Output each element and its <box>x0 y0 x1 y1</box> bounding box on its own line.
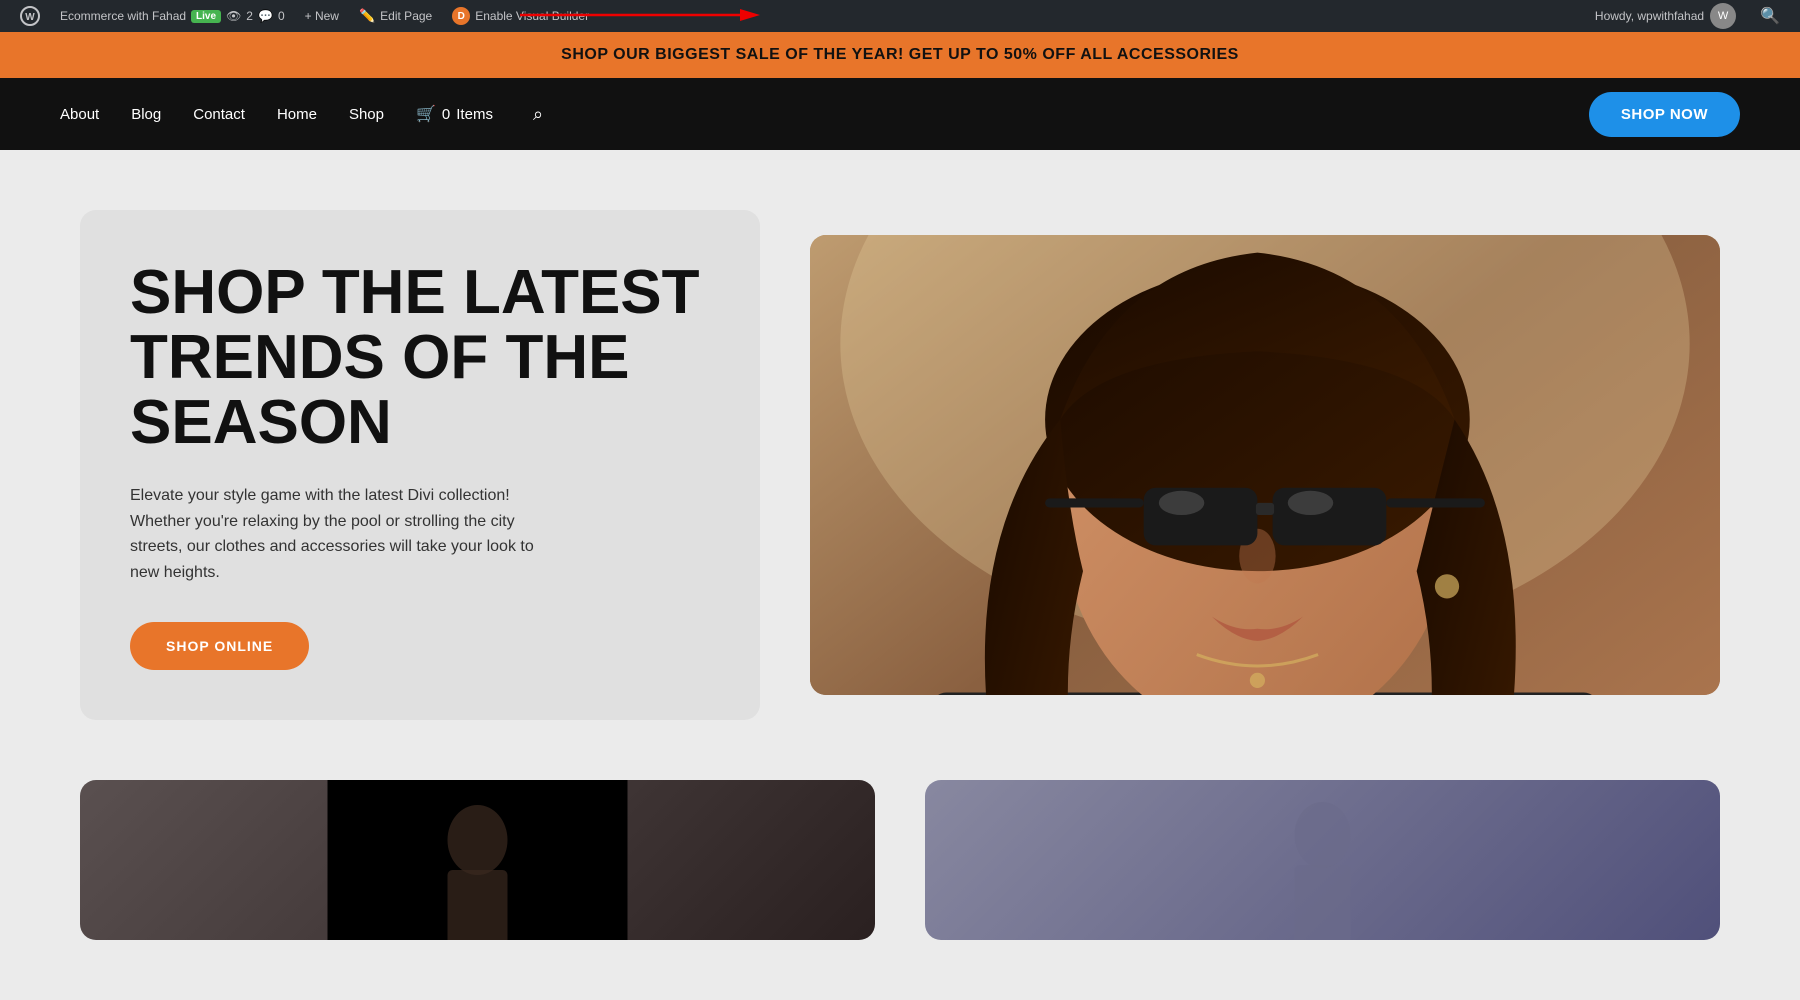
cart-count: 0 <box>442 106 450 123</box>
nav-home[interactable]: Home <box>277 106 317 123</box>
hero-image <box>810 235 1720 695</box>
thumbnail-card-1[interactable] <box>80 780 875 940</box>
admin-bar: W Ecommerce with Fahad Live 👁 2 💬 0 + Ne… <box>0 0 1800 32</box>
cart-icon: 🛒 <box>416 104 436 124</box>
site-name-text: Ecommerce with Fahad <box>60 9 186 23</box>
views-count: 2 <box>246 9 253 23</box>
hero-section: SHOP THE LATEST TRENDS OF THE SEASON Ele… <box>0 150 1800 780</box>
hero-image-placeholder <box>810 235 1720 695</box>
site-name-button[interactable]: Ecommerce with Fahad Live 👁 2 💬 0 <box>52 0 293 32</box>
promo-banner: SHOP OUR BIGGEST SALE OF THE YEAR! GET U… <box>0 32 1800 78</box>
bottom-thumbnail-row <box>0 780 1800 1000</box>
divi-icon: D <box>452 7 470 25</box>
howdy-section: Howdy, wpwithfahad W <box>1587 3 1744 29</box>
nav-contact[interactable]: Contact <box>193 106 245 123</box>
edit-page-label: Edit Page <box>380 9 432 23</box>
shop-online-button[interactable]: SHOP ONLINE <box>130 622 309 670</box>
hero-description: Elevate your style game with the latest … <box>130 483 560 585</box>
comments-icon: 💬 <box>258 9 273 23</box>
hero-title: SHOP THE LATEST TRENDS OF THE SEASON <box>130 260 710 455</box>
thumbnail-card-2[interactable] <box>925 780 1720 940</box>
nav-links: About Blog Contact Home Shop 🛒 0 Items ⌕ <box>60 104 543 125</box>
hero-left-card: SHOP THE LATEST TRENDS OF THE SEASON Ele… <box>80 210 760 720</box>
howdy-text: Howdy, wpwithfahad <box>1595 9 1704 23</box>
comments-count: 0 <box>278 9 285 23</box>
admin-bar-left: W Ecommerce with Fahad Live 👁 2 💬 0 + Ne… <box>12 0 1587 32</box>
nav-blog[interactable]: Blog <box>131 106 161 123</box>
cart-label: Items <box>456 106 493 123</box>
wp-logo-button[interactable]: W <box>12 0 48 32</box>
search-icon-nav[interactable]: ⌕ <box>533 104 543 125</box>
nav-shop[interactable]: Shop <box>349 106 384 123</box>
admin-search-icon[interactable]: 🔍 <box>1752 6 1788 26</box>
red-arrow-annotation <box>520 6 760 24</box>
edit-page-button[interactable]: ✏️ Edit Page <box>351 0 440 32</box>
edit-pencil-icon: ✏️ <box>359 8 375 24</box>
user-avatar[interactable]: W <box>1710 3 1736 29</box>
site-nav: About Blog Contact Home Shop 🛒 0 Items ⌕… <box>0 78 1800 150</box>
admin-bar-right: Howdy, wpwithfahad W 🔍 <box>1587 3 1788 29</box>
live-badge: Live <box>191 10 221 23</box>
nav-about[interactable]: About <box>60 106 99 123</box>
new-button[interactable]: + New <box>297 0 347 32</box>
promo-text: SHOP OUR BIGGEST SALE OF THE YEAR! GET U… <box>561 46 1239 63</box>
views-icon: 👁 <box>226 9 241 23</box>
shop-now-button[interactable]: SHOP NOW <box>1589 92 1740 137</box>
svg-text:W: W <box>25 12 35 23</box>
cart-area[interactable]: 🛒 0 Items <box>416 104 493 124</box>
new-label: + New <box>305 9 339 23</box>
